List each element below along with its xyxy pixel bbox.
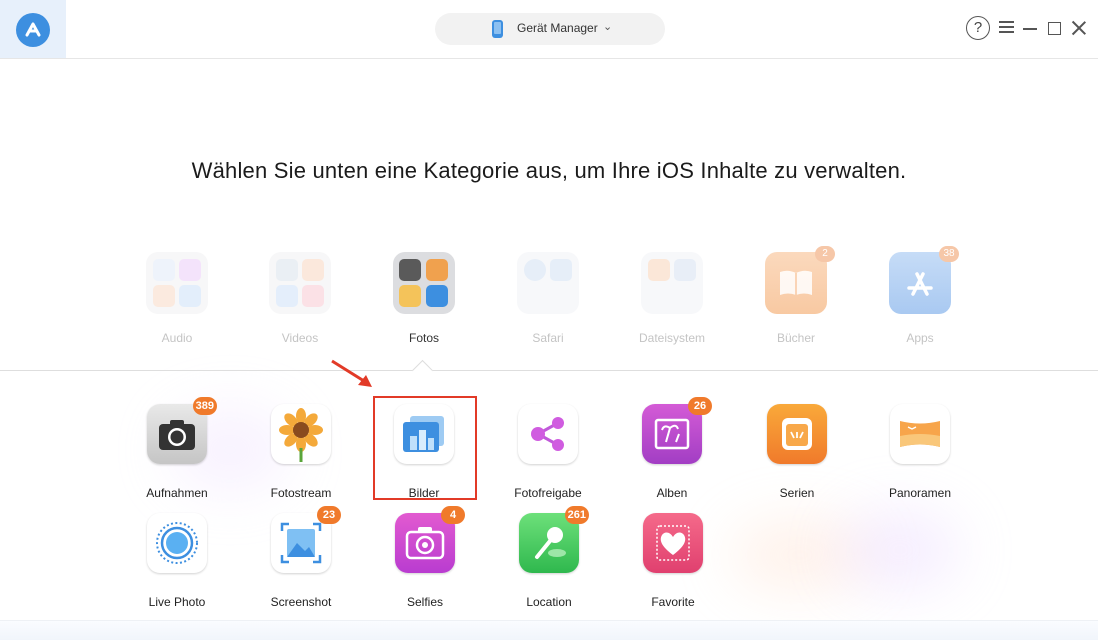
item-favorite[interactable]: Favorite (618, 513, 728, 609)
videos-icon (269, 252, 331, 314)
device-selector-label: Gerät Manager (517, 21, 598, 35)
location-pin-icon: 261 (519, 506, 589, 573)
screenshot-icon: 23 (271, 506, 341, 573)
item-fotofreigabe[interactable]: Fotofreigabe (493, 404, 603, 500)
filesystem-icon (641, 252, 703, 314)
item-location[interactable]: 261 Location (494, 506, 604, 609)
category-fotos[interactable]: Fotos (374, 252, 474, 345)
item-label: Panoramen (888, 486, 952, 500)
app-store-icon: 38 (889, 246, 959, 314)
category-apps[interactable]: 38 Apps (870, 246, 970, 345)
close-icon[interactable] (1071, 20, 1086, 35)
panorama-icon (890, 404, 950, 464)
count-badge: 2 (815, 246, 835, 262)
count-badge: 261 (564, 506, 589, 524)
selfie-camera-icon: 4 (395, 506, 465, 573)
item-label: Selfies (406, 595, 444, 609)
item-alben[interactable]: 26 Alben (617, 397, 727, 500)
maximize-icon[interactable] (1048, 22, 1061, 35)
category-label: Dateisystem (638, 331, 706, 345)
chevron-down-icon: ⌄ (603, 21, 613, 33)
books-icon: 2 (765, 246, 835, 314)
item-bilder[interactable]: Bilder (369, 404, 479, 500)
category-label: Videos (281, 331, 319, 345)
item-live-photo[interactable]: Live Photo (122, 513, 232, 609)
item-label: Location (526, 595, 572, 609)
item-label: Aufnahmen (146, 486, 208, 500)
item-selfies[interactable]: 4 Selfies (370, 506, 480, 609)
background-glow (840, 510, 960, 590)
category-label: Apps (906, 331, 934, 345)
item-label: Bilder (408, 486, 440, 500)
heart-icon (643, 513, 703, 573)
category-videos[interactable]: Videos (250, 252, 350, 345)
share-icon (518, 404, 578, 464)
annotation-arrow-icon (331, 359, 372, 387)
audio-icon (146, 252, 208, 314)
count-badge: 23 (317, 506, 341, 524)
phone-icon (492, 20, 503, 38)
item-label: Fotofreigabe (514, 486, 582, 500)
live-photo-icon (147, 513, 207, 573)
item-label: Alben (656, 486, 688, 500)
item-label: Favorite (651, 595, 695, 609)
camera-icon: 389 (147, 397, 217, 464)
help-icon[interactable]: ? (966, 16, 990, 40)
bottom-band (0, 620, 1098, 640)
count-badge: 26 (688, 397, 712, 415)
sunflower-icon (271, 404, 331, 464)
category-label: Bücher (776, 331, 816, 345)
item-serien[interactable]: Serien (742, 404, 852, 500)
logo-tile[interactable] (0, 0, 66, 58)
fotos-icon (393, 252, 455, 314)
category-safari[interactable]: Safari (498, 252, 598, 345)
selection-notch (411, 359, 434, 382)
item-screenshot[interactable]: 23 Screenshot (246, 506, 356, 609)
category-buecher[interactable]: 2 Bücher (746, 246, 846, 345)
item-label: Live Photo (148, 595, 206, 609)
count-badge: 38 (939, 246, 959, 262)
app-logo-icon (16, 13, 50, 47)
device-selector[interactable]: Gerät Manager ⌄ (435, 13, 665, 45)
count-badge: 389 (192, 397, 217, 415)
burst-icon (767, 404, 827, 464)
category-dateisystem[interactable]: Dateisystem (622, 252, 722, 345)
category-audio[interactable]: Audio (127, 252, 227, 345)
album-icon: 26 (642, 397, 712, 464)
category-label: Safari (532, 331, 564, 345)
title-bar: Gerät Manager ⌄ ? (0, 0, 1098, 59)
count-badge: 4 (441, 506, 465, 524)
page-headline: Wählen Sie unten eine Kategorie aus, um … (191, 158, 907, 183)
pictures-icon (394, 404, 454, 464)
minimize-icon[interactable] (1023, 28, 1037, 30)
section-divider (0, 370, 1098, 371)
item-label: Screenshot (270, 595, 332, 609)
item-aufnahmen[interactable]: 389 Aufnahmen (122, 397, 232, 500)
item-fotostream[interactable]: Fotostream (246, 404, 356, 500)
item-label: Fotostream (270, 486, 332, 500)
category-label: Fotos (408, 331, 439, 345)
menu-icon[interactable] (999, 21, 1014, 33)
category-label: Audio (161, 331, 193, 345)
item-panoramen[interactable]: Panoramen (865, 404, 975, 500)
safari-icon (517, 252, 579, 314)
item-label: Serien (779, 486, 815, 500)
